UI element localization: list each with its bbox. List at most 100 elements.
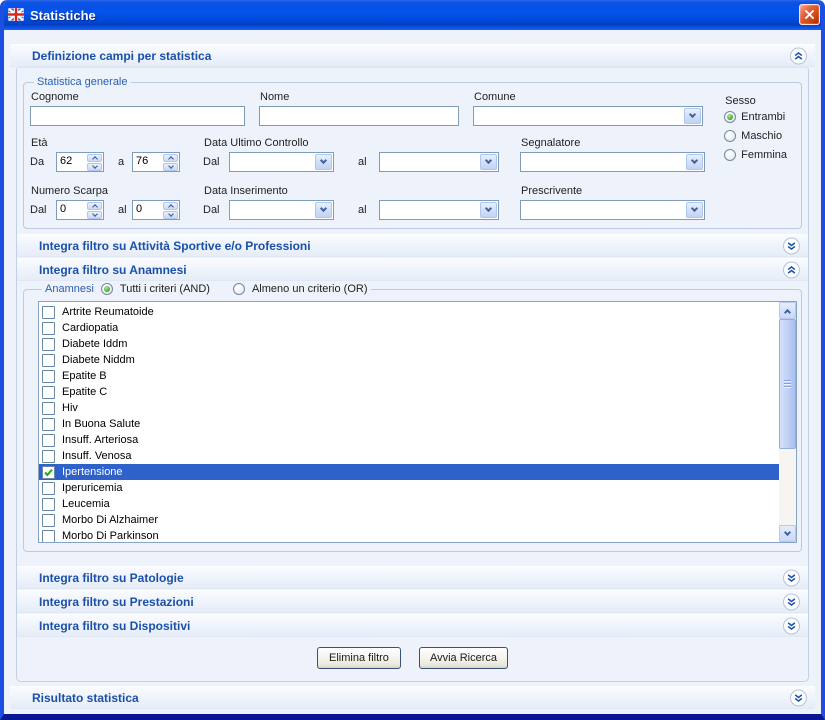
eta-a-up-button[interactable] (163, 154, 178, 162)
eta-a-spinner[interactable]: 76 (132, 152, 180, 172)
list-item[interactable]: Morbo Di Parkinson (39, 528, 779, 542)
list-item[interactable]: In Buona Salute (39, 416, 779, 432)
list-item[interactable]: Epatite C (39, 384, 779, 400)
di-al-datepicker[interactable] (379, 200, 499, 220)
scarpa-dal-up-button[interactable] (87, 202, 102, 210)
eta-da-label: Da (30, 152, 56, 172)
scarpa-al-up-button[interactable] (163, 202, 178, 210)
segnalatore-select[interactable] (520, 152, 705, 172)
expand-dispositivi-button[interactable] (783, 617, 800, 634)
list-item[interactable]: Hiv (39, 400, 779, 416)
comune-select[interactable] (473, 106, 703, 126)
list-item[interactable]: Artrite Reumatoide (39, 304, 779, 320)
di-dal-datepicker[interactable] (229, 200, 334, 220)
collapse-anamnesi-button[interactable] (783, 261, 800, 278)
scroll-up-button[interactable] (779, 302, 796, 319)
scarpa-dal-label: Dal (30, 200, 56, 220)
section-header-risultato[interactable]: Risultato statistica (10, 686, 815, 709)
scroll-track[interactable] (779, 319, 796, 525)
scarpa-dal-spinner[interactable]: 0 (56, 200, 104, 220)
checkbox[interactable] (42, 514, 55, 527)
chevron-down-icon (92, 211, 98, 217)
duc-al-datepicker[interactable] (379, 152, 499, 172)
section-header-anamnesi[interactable]: Integra filtro su Anamnesi (17, 258, 808, 281)
eta-a-down-button[interactable] (163, 163, 178, 171)
duc-dal-value (230, 153, 314, 171)
section-header-dispositivi[interactable]: Integra filtro su Dispositivi (17, 614, 808, 637)
prescrivente-select[interactable] (520, 200, 705, 220)
eta-da-spinner[interactable]: 62 (56, 152, 104, 172)
scarpa-al-spinner[interactable]: 0 (132, 200, 180, 220)
checkbox[interactable] (42, 322, 55, 335)
eta-da-up-button[interactable] (87, 154, 102, 162)
list-item-label: Iperuricemia (62, 482, 123, 494)
checkbox[interactable] (42, 418, 55, 431)
list-item[interactable]: Iperuricemia (39, 480, 779, 496)
list-item[interactable]: Diabete Iddm (39, 336, 779, 352)
duc-al-dropdown-button[interactable] (480, 154, 497, 170)
radio-maschio[interactable] (724, 130, 736, 142)
di-dal-label: Dal (203, 200, 229, 220)
radio-criterio-or[interactable] (233, 283, 245, 295)
checkbox[interactable] (42, 434, 55, 447)
scarpa-al-down-button[interactable] (163, 211, 178, 219)
eta-da-down-button[interactable] (87, 163, 102, 171)
checkbox-checked[interactable] (42, 466, 55, 479)
anamnesi-listbox: Artrite ReumatoideCardiopatiaDiabete Idd… (38, 301, 797, 543)
checkbox[interactable] (42, 306, 55, 319)
duc-al-label: al (358, 152, 372, 172)
avvia-ricerca-button[interactable]: Avvia Ricerca (419, 647, 508, 669)
expand-risultato-button[interactable] (790, 689, 807, 706)
list-item[interactable]: Morbo Di Alzhaimer (39, 512, 779, 528)
checkbox[interactable] (42, 482, 55, 495)
comune-label: Comune (474, 90, 703, 104)
checkbox[interactable] (42, 450, 55, 463)
scarpa-dal-down-button[interactable] (87, 211, 102, 219)
list-item[interactable]: Leucemia (39, 496, 779, 512)
di-dal-dropdown-button[interactable] (315, 202, 332, 218)
radio-femmina[interactable] (724, 149, 736, 161)
radio-criteri-and[interactable] (101, 283, 113, 295)
list-item[interactable]: Cardiopatia (39, 320, 779, 336)
section-header-attivita[interactable]: Integra filtro su Attività Sportive e/o … (17, 234, 808, 257)
nome-input[interactable] (259, 106, 459, 126)
list-item[interactable]: Ipertensione (39, 464, 779, 480)
titlebar[interactable]: Statistiche (0, 0, 825, 30)
expand-patologie-button[interactable] (783, 569, 800, 586)
scroll-thumb[interactable] (779, 319, 796, 449)
section-header-prestazioni[interactable]: Integra filtro su Prestazioni (17, 590, 808, 613)
checkbox[interactable] (42, 338, 55, 351)
eta-a-label: a (118, 152, 132, 172)
cognome-input[interactable] (30, 106, 245, 126)
comune-dropdown-button[interactable] (684, 108, 701, 124)
close-button[interactable] (799, 4, 820, 25)
list-item[interactable]: Epatite B (39, 368, 779, 384)
list-item[interactable]: Insuff. Venosa (39, 448, 779, 464)
segnalatore-dropdown-button[interactable] (686, 154, 703, 170)
duc-dal-dropdown-button[interactable] (315, 154, 332, 170)
checkbox[interactable] (42, 498, 55, 511)
anamnesi-scrollbar[interactable] (779, 302, 796, 542)
checkbox[interactable] (42, 402, 55, 415)
checkbox[interactable] (42, 370, 55, 383)
checkbox[interactable] (42, 530, 55, 543)
di-al-dropdown-button[interactable] (480, 202, 497, 218)
section-header-patologie[interactable]: Integra filtro su Patologie (17, 566, 808, 589)
expand-attivita-button[interactable] (783, 237, 800, 254)
checkbox[interactable] (42, 354, 55, 367)
list-item[interactable]: Diabete Niddm (39, 352, 779, 368)
collapse-definizione-button[interactable] (790, 47, 807, 64)
app-flag-icon (8, 7, 24, 23)
scarpa-al-label: al (118, 200, 132, 220)
expand-prestazioni-button[interactable] (783, 593, 800, 610)
prescrivente-dropdown-button[interactable] (686, 202, 703, 218)
di-dal-value (230, 201, 314, 219)
radio-entrambi[interactable] (724, 111, 736, 123)
chevron-down-icon (689, 111, 696, 118)
scroll-down-button[interactable] (779, 525, 796, 542)
checkbox[interactable] (42, 386, 55, 399)
list-item[interactable]: Insuff. Arteriosa (39, 432, 779, 448)
elimina-filtro-button[interactable]: Elimina filtro (317, 647, 401, 669)
section-header-definizione[interactable]: Definizione campi per statistica (10, 44, 815, 67)
duc-dal-datepicker[interactable] (229, 152, 334, 172)
